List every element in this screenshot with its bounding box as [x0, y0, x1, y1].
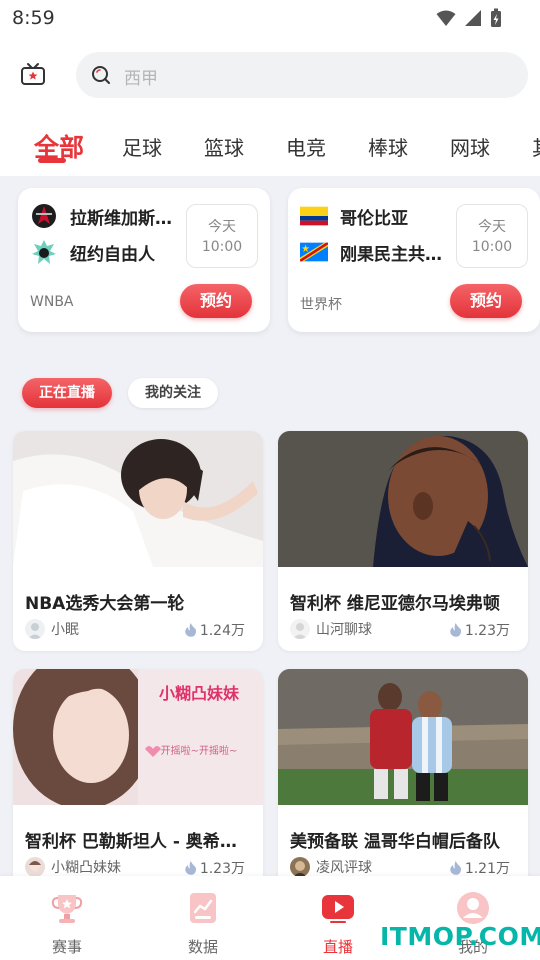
away-team: 刚果民主共和国 [300, 238, 452, 266]
home-team: 哥伦比亚 [300, 202, 452, 230]
reserve-button[interactable]: 预约 [180, 284, 252, 318]
watermark-text: ITMOP.COM [380, 922, 540, 951]
avatar [290, 857, 310, 877]
filter-following-button[interactable]: 我的关注 [128, 378, 218, 408]
stream-title: 美预备联 温哥华白帽后备队 [290, 832, 500, 852]
avatar [290, 619, 310, 639]
avatar [25, 857, 45, 877]
match-time-box: 今天 10:00 [456, 204, 528, 268]
search-icon [92, 66, 110, 84]
tab-football[interactable]: 足球 [122, 132, 162, 161]
tab-esports[interactable]: 电竞 [286, 132, 326, 161]
flame-icon [185, 861, 196, 875]
league-label: WNBA [30, 294, 74, 310]
stream-title: NBA选秀大会第一轮 [25, 594, 185, 614]
match-time-box: 今天 10:00 [186, 204, 258, 268]
top-header: 西甲 全部 足球 篮球 电竞 棒球 网球 其 [0, 36, 540, 176]
liberty-logo-icon [30, 238, 58, 266]
match-card[interactable]: 拉斯维加斯王牌 纽约自由人 今天 10:00 WNBA 预约 [18, 188, 270, 332]
filter-live-button[interactable]: 正在直播 [22, 378, 112, 408]
streamer-info: 凌风评球 [290, 857, 372, 877]
tab-basketball[interactable]: 篮球 [204, 132, 244, 161]
home-team: 拉斯维加斯王牌 [30, 202, 182, 230]
stream-title: 智利杯 巴勒斯坦人 - 奥希金斯 [25, 832, 253, 852]
chart-icon [190, 893, 216, 923]
flame-icon [450, 861, 461, 875]
view-count-text: 1.23万 [199, 861, 245, 877]
away-team: 纽约自由人 [30, 238, 182, 266]
streamer-name: 小眠 [51, 622, 79, 638]
view-count-text: 1.24万 [199, 623, 245, 639]
tab-tennis[interactable]: 网球 [450, 132, 490, 161]
nav-item-events[interactable]: 赛事 [22, 890, 112, 957]
away-team-name: 纽约自由人 [70, 244, 155, 265]
status-icons [436, 8, 502, 28]
search-input[interactable]: 西甲 [76, 52, 528, 98]
away-team-name: 刚果民主共和国 [340, 244, 452, 265]
aces-logo-icon [30, 202, 58, 230]
nav-label: 数据 [187, 938, 218, 956]
thumbnail-subtitle-text: 开摇啦~开摇啦~ [161, 744, 238, 757]
thumbnail-title-text: 小糊凸妹妹 [159, 684, 240, 703]
view-count-text: 1.23万 [464, 623, 510, 639]
stream-thumbnail: 小糊凸妹妹 开摇啦~开摇啦~ [13, 669, 263, 805]
stream-card[interactable]: NBA选秀大会第一轮 小眠 1.24万 [13, 431, 263, 651]
view-count: 1.21万 [449, 858, 510, 878]
stream-thumbnail [278, 669, 528, 805]
active-tab-indicator [38, 158, 66, 163]
view-count: 1.23万 [449, 620, 510, 640]
battery-icon [491, 8, 501, 27]
home-team-name: 哥伦比亚 [340, 208, 408, 229]
home-team-name: 拉斯维加斯王牌 [70, 208, 182, 229]
view-count: 1.23万 [184, 858, 245, 878]
trophy-icon [51, 895, 83, 923]
match-day: 今天 [208, 219, 236, 235]
tv-live-icon[interactable] [20, 62, 46, 88]
profile-icon [457, 892, 489, 924]
stream-card[interactable]: 小糊凸妹妹 开摇啦~开摇啦~ 智利杯 巴勒斯坦人 - 奥希金斯 小糊凸妹妹 1.… [13, 669, 263, 889]
streamer-name: 凌风评球 [316, 860, 372, 876]
view-count: 1.24万 [184, 620, 245, 640]
streamer-name: 小糊凸妹妹 [51, 860, 121, 876]
flame-icon [185, 623, 196, 637]
nav-item-live[interactable]: 直播 [293, 890, 383, 957]
wifi-icon [436, 10, 456, 26]
stream-card[interactable]: 智利杯 维尼亚德尔马埃弗顿 山河聊球 1.23万 [278, 431, 528, 651]
reserve-button[interactable]: 预约 [450, 284, 522, 318]
match-day: 今天 [478, 219, 506, 235]
tab-other[interactable]: 其 [532, 132, 540, 161]
status-bar: 8:59 [0, 0, 540, 36]
search-placeholder: 西甲 [124, 69, 158, 89]
signal-icon [465, 10, 481, 26]
drc-flag-icon [300, 238, 328, 266]
status-time: 8:59 [12, 7, 55, 29]
stream-card[interactable]: 美预备联 温哥华白帽后备队 凌风评球 1.21万 [278, 669, 528, 889]
flame-icon [450, 623, 461, 637]
category-tabs: 全部 足球 篮球 电竞 棒球 网球 其 [0, 124, 540, 168]
streamer-info: 小糊凸妹妹 [25, 857, 121, 877]
avatar [25, 619, 45, 639]
league-label: 世界杯 [300, 297, 342, 313]
nav-label: 直播 [322, 938, 353, 956]
view-count-text: 1.21万 [464, 861, 510, 877]
stream-title: 智利杯 维尼亚德尔马埃弗顿 [290, 594, 500, 614]
match-time: 10:00 [471, 239, 513, 255]
stream-thumbnail [13, 431, 263, 567]
stream-thumbnail [278, 431, 528, 567]
match-card[interactable]: 哥伦比亚 刚果民主共和国 今天 10:00 世界杯 预约 [288, 188, 540, 332]
nav-label: 赛事 [51, 938, 82, 956]
colombia-flag-icon [300, 202, 328, 230]
streamer-info: 山河聊球 [290, 619, 372, 639]
play-icon [322, 895, 354, 923]
match-time: 10:00 [201, 239, 243, 255]
streamer-name: 山河聊球 [316, 622, 372, 638]
nav-item-data[interactable]: 数据 [158, 890, 248, 957]
streamer-info: 小眠 [25, 619, 79, 639]
tab-baseball[interactable]: 棒球 [368, 132, 408, 161]
